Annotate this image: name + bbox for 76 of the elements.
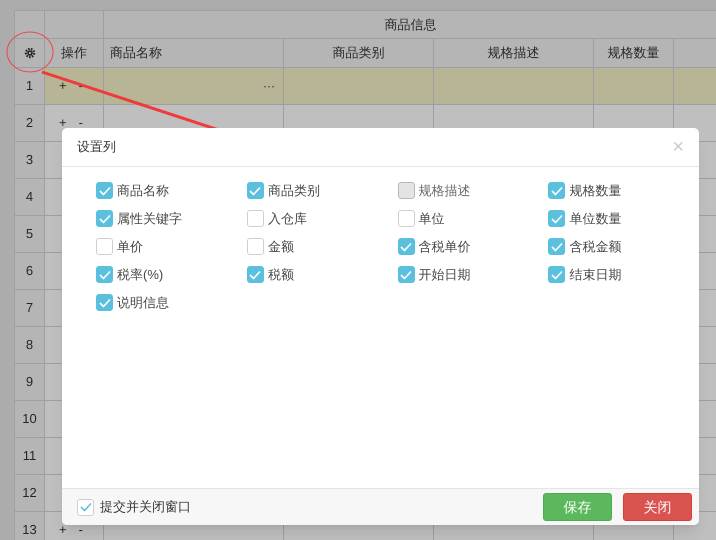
checkbox[interactable] — [548, 210, 566, 227]
checkbox[interactable] — [548, 266, 566, 283]
row-number: 8 — [26, 336, 34, 354]
row-number: 6 — [26, 262, 34, 280]
row-number: 12 — [22, 484, 37, 502]
checkmark-icon — [550, 186, 563, 196]
row-number: 2 — [26, 114, 34, 132]
checkbox[interactable] — [398, 238, 414, 255]
checkmark-icon — [249, 270, 262, 280]
row-number: 4 — [26, 188, 34, 206]
row-number: 7 — [26, 299, 34, 318]
checkmark-icon — [98, 298, 110, 308]
option-label: 含税金额 — [569, 238, 622, 256]
group-header: 商品信息 — [384, 16, 436, 34]
option-label: 结束日期 — [569, 266, 622, 284]
option-label: 规格数量 — [569, 182, 622, 200]
checkbox[interactable] — [96, 238, 113, 255]
column-header: 操作 — [61, 44, 87, 62]
option-label: 属性关键字 — [117, 210, 182, 228]
option-label: 税额 — [268, 266, 294, 284]
checkmark-icon — [550, 242, 563, 252]
checkbox[interactable] — [246, 238, 264, 255]
option-label: 提交并关闭窗口 — [100, 498, 191, 516]
checkbox[interactable] — [548, 238, 566, 255]
checkbox[interactable] — [96, 294, 113, 311]
option-label: 入仓库 — [268, 210, 307, 228]
option-label: 开始日期 — [418, 266, 470, 284]
checkbox[interactable] — [398, 266, 414, 283]
row-number: 13 — [22, 521, 37, 540]
checkmark-icon — [98, 214, 110, 224]
dialog-title: 设置列 — [77, 138, 116, 156]
checkbox[interactable] — [246, 182, 264, 199]
checkbox[interactable] — [77, 498, 94, 516]
remove-row-button[interactable]: - — [78, 113, 83, 133]
add-row-button[interactable]: + — [59, 76, 67, 96]
settings-icon[interactable] — [24, 47, 36, 59]
close-dialog-button[interactable]: 关闭 — [623, 493, 692, 521]
more-button[interactable]: ··· — [263, 77, 275, 95]
checkmark-icon — [80, 502, 92, 512]
option-label: 税率(%) — [117, 266, 164, 284]
checkmark-icon — [400, 270, 412, 280]
column-header: 商品名称 — [110, 44, 162, 62]
row-number: 5 — [26, 225, 34, 244]
add-row-button[interactable]: + — [59, 520, 67, 540]
checkbox[interactable] — [96, 182, 113, 199]
column-header: 规格描述 — [488, 44, 540, 62]
option-label: 商品名称 — [117, 182, 169, 200]
checkbox[interactable] — [96, 210, 113, 227]
option-label: 含税单价 — [418, 238, 470, 256]
option-label: 说明信息 — [117, 294, 169, 312]
checkbox[interactable] — [96, 266, 113, 283]
checkbox[interactable] — [398, 210, 414, 227]
remove-row-button[interactable]: - — [78, 520, 83, 540]
column-header: 规格数量 — [608, 44, 660, 62]
row-number: 11 — [22, 447, 36, 466]
option-label: 单位 — [418, 210, 444, 228]
row-number: 3 — [26, 151, 34, 170]
row-number: 9 — [26, 373, 34, 392]
checkbox[interactable] — [246, 210, 264, 227]
checkbox[interactable] — [246, 266, 264, 283]
option-label: 规格描述 — [418, 182, 470, 200]
row-number: 10 — [22, 410, 37, 428]
row-number: 1 — [26, 77, 34, 96]
checkmark-icon — [249, 186, 262, 196]
checkbox[interactable] — [548, 182, 566, 199]
option-label: 金额 — [268, 238, 294, 256]
checkmark-icon — [98, 270, 110, 280]
checkmark-icon — [550, 270, 563, 280]
checkmark-icon — [550, 214, 563, 224]
add-row-button[interactable]: + — [59, 113, 67, 133]
checkmark-icon — [400, 242, 412, 252]
option-label: 单价 — [117, 238, 143, 256]
checkmark-icon — [98, 186, 110, 196]
column-header: 商品类别 — [332, 44, 384, 62]
option-label: 单位数量 — [569, 210, 622, 228]
option-label: 商品类别 — [268, 182, 320, 200]
